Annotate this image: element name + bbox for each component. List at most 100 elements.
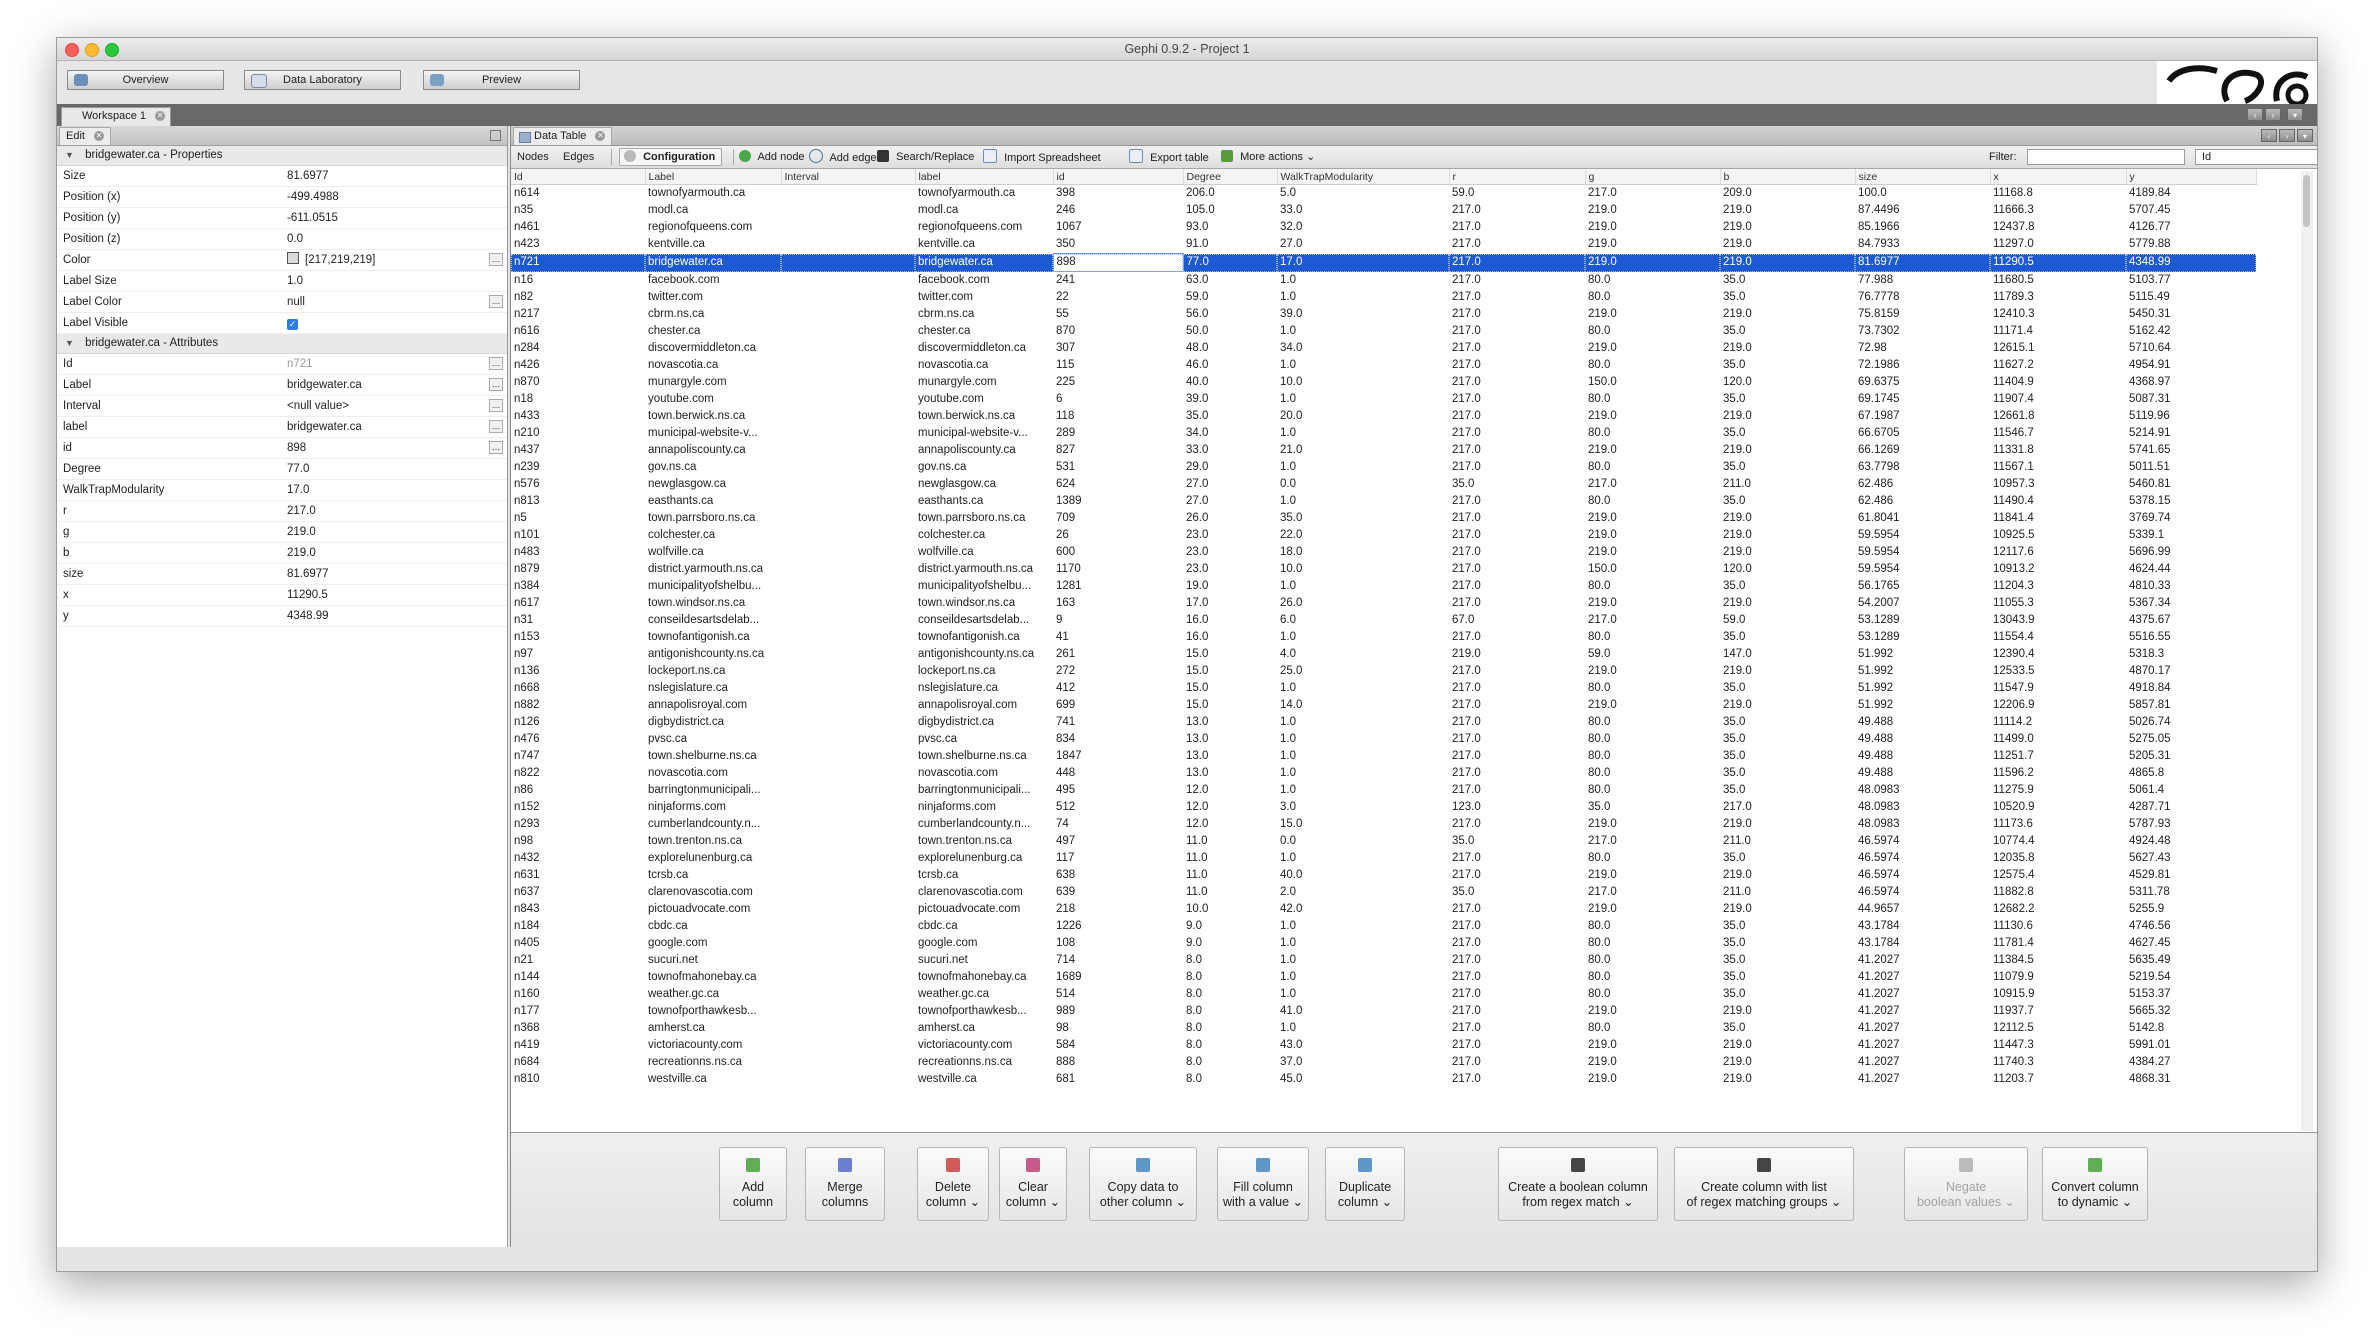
table-row[interactable]: n437 annapoliscounty.ca annapoliscounty.ca… (511, 442, 2256, 459)
table-cell[interactable]: 5318.3 (2126, 646, 2256, 663)
table-cell[interactable]: 219.0 (1585, 408, 1720, 425)
table-cell[interactable]: 13.0 (1183, 765, 1277, 782)
table-cell[interactable]: 80.0 (1585, 357, 1720, 374)
table-cell[interactable]: 219.0 (1585, 1071, 1720, 1088)
table-cell[interactable]: 219.0 (1720, 663, 1855, 680)
table-cell[interactable]: n86 (511, 782, 645, 799)
table-cell[interactable]: 217.0 (1449, 306, 1585, 323)
table-cell[interactable] (781, 391, 915, 408)
table-cell[interactable]: 1.0 (1277, 425, 1449, 442)
table-cell[interactable]: 4810.33 (2126, 578, 2256, 595)
column-header[interactable]: b (1720, 169, 1856, 185)
table-cell[interactable]: 211.0 (1720, 884, 1855, 901)
table-cell[interactable]: 8.0 (1183, 952, 1277, 969)
table-cell[interactable] (781, 697, 915, 714)
table-cell[interactable]: newglasgow.ca (645, 476, 781, 493)
collapse-triangle-icon[interactable]: ▼ (65, 334, 74, 353)
table-cell[interactable]: 35.0 (1720, 459, 1855, 476)
table-cell[interactable]: 11171.4 (1990, 323, 2126, 340)
table-cell[interactable]: explorelunenburg.ca (915, 850, 1053, 867)
table-row[interactable]: n822 novascotia.com novascotia.com 448 13.0 1… (511, 765, 2256, 782)
table-cell[interactable]: 21.0 (1277, 442, 1449, 459)
table-cell[interactable]: 77.0 (1183, 253, 1277, 272)
table-cell[interactable]: 93.0 (1183, 219, 1277, 236)
table-cell[interactable] (781, 731, 915, 748)
table-cell[interactable]: 1689 (1053, 969, 1183, 986)
table-cell[interactable]: 398 (1053, 185, 1183, 203)
table-cell[interactable]: townofporthawkesb... (915, 1003, 1053, 1020)
table-cell[interactable] (781, 629, 915, 646)
table-cell[interactable]: 219.0 (1585, 1003, 1720, 1020)
table-cell[interactable]: 115 (1053, 357, 1183, 374)
table-cell[interactable]: 217.0 (1449, 289, 1585, 306)
table-cell[interactable]: 15.0 (1183, 680, 1277, 697)
table-cell[interactable]: 219.0 (1585, 442, 1720, 459)
table-cell[interactable] (781, 918, 915, 935)
table-cell[interactable]: 714 (1053, 952, 1183, 969)
table-cell[interactable]: facebook.com (645, 272, 781, 290)
table-cell[interactable]: 80.0 (1585, 391, 1720, 408)
table-cell[interactable] (781, 374, 915, 391)
table-cell[interactable]: google.com (915, 935, 1053, 952)
table-cell[interactable]: novascotia.com (645, 765, 781, 782)
table-cell[interactable]: 80.0 (1585, 680, 1720, 697)
table-cell[interactable]: amherst.ca (915, 1020, 1053, 1037)
table-cell[interactable]: 11547.9 (1990, 680, 2126, 697)
table-cell[interactable]: 4868.31 (2126, 1071, 2256, 1088)
table-cell[interactable]: 219.0 (1720, 544, 1855, 561)
column-header[interactable]: size (1855, 169, 1991, 185)
property-value[interactable]: null (287, 292, 305, 312)
table-cell[interactable]: n126 (511, 714, 645, 731)
table-cell[interactable] (781, 884, 915, 901)
table-cell[interactable]: 219.0 (1585, 236, 1720, 254)
table-cell[interactable]: 80.0 (1585, 782, 1720, 799)
table-cell[interactable]: 5339.1 (2126, 527, 2256, 544)
table-cell[interactable]: 46.5974 (1855, 867, 1990, 884)
table-cell[interactable]: discovermiddleton.ca (915, 340, 1053, 357)
table-cell[interactable] (781, 799, 915, 816)
table-cell[interactable]: 217.0 (1449, 748, 1585, 765)
table-cell[interactable] (781, 306, 915, 323)
table-row[interactable]: n668 nslegislature.ca nslegislature.ca 412 1… (511, 680, 2256, 697)
table-cell[interactable]: 219.0 (1720, 697, 1855, 714)
property-value[interactable]: -499.4988 (287, 187, 339, 207)
table-cell[interactable]: 217.0 (1585, 612, 1720, 629)
table-cell[interactable]: 211.0 (1720, 833, 1855, 850)
table-cell[interactable]: n810 (511, 1071, 645, 1088)
table-cell[interactable]: 639 (1053, 884, 1183, 901)
table-cell[interactable]: clarenovascotia.com (645, 884, 781, 901)
table-cell[interactable]: 1.0 (1277, 918, 1449, 935)
table-cell[interactable]: 219.0 (1720, 253, 1855, 272)
table-cell[interactable] (781, 595, 915, 612)
table-cell[interactable]: n483 (511, 544, 645, 561)
table-cell[interactable]: clarenovascotia.com (915, 884, 1053, 901)
table-cell[interactable]: 27.0 (1183, 476, 1277, 493)
table-row[interactable]: n21 sucuri.net sucuri.net 714 8.0 1.0 217.0 80.… (511, 952, 2256, 969)
table-cell[interactable]: 4627.45 (2126, 935, 2256, 952)
table-cell[interactable]: 26.0 (1183, 510, 1277, 527)
table-cell[interactable]: 1.0 (1277, 714, 1449, 731)
table-cell[interactable]: 5696.99 (2126, 544, 2256, 561)
table-cell[interactable]: 12112.5 (1990, 1020, 2126, 1037)
table-cell[interactable]: n293 (511, 816, 645, 833)
table-cell[interactable]: barringtonmunicipali... (915, 782, 1053, 799)
table-cell[interactable]: town.parrsboro.ns.ca (915, 510, 1053, 527)
table-cell[interactable]: 27.0 (1277, 236, 1449, 254)
table-cell[interactable]: 35.0 (1720, 748, 1855, 765)
table-cell[interactable]: nslegislature.ca (645, 680, 781, 697)
table-cell[interactable]: municipalityofshelbu... (645, 578, 781, 595)
attribute-value[interactable]: 11290.5 (287, 585, 328, 605)
property-value[interactable]: [217,219,219] (287, 250, 375, 270)
table-cell[interactable]: recreationns.ns.ca (915, 1054, 1053, 1071)
table-cell[interactable]: 5991.01 (2126, 1037, 2256, 1054)
scroll-right-icon[interactable]: › (2279, 129, 2295, 142)
table-cell[interactable]: 4870.17 (2126, 663, 2256, 680)
table-cell[interactable]: cumberlandcounty.n... (645, 816, 781, 833)
table-cell[interactable]: 23.0 (1183, 527, 1277, 544)
table-cell[interactable]: 1.0 (1277, 782, 1449, 799)
table-cell[interactable]: 33.0 (1277, 202, 1449, 219)
table-cell[interactable]: 217.0 (1449, 1071, 1585, 1088)
maximize-icon[interactable] (490, 130, 501, 141)
table-cell[interactable]: 219.0 (1720, 340, 1855, 357)
column-action-button[interactable]: Convert column to dynamic ⌄ (2042, 1147, 2148, 1221)
